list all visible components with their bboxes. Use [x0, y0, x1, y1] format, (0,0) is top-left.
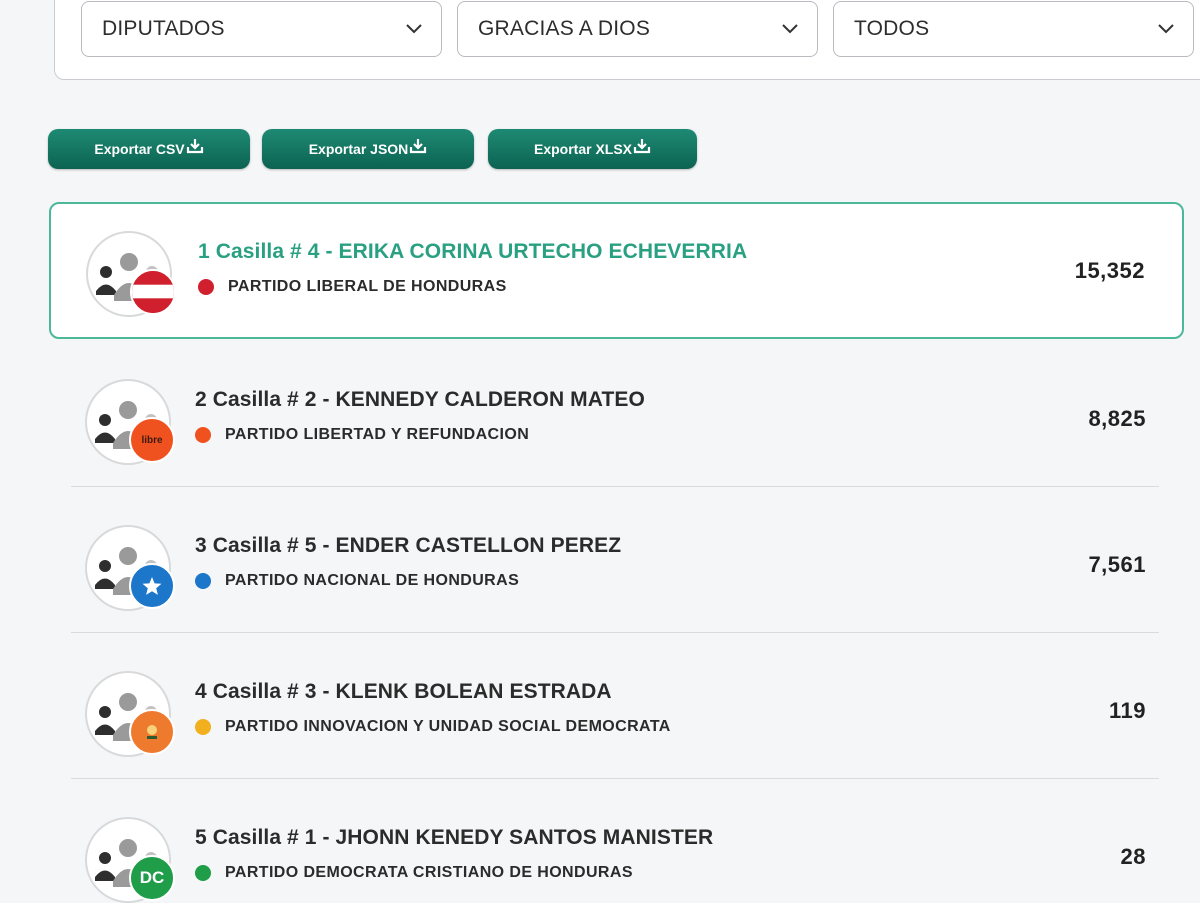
candidate-avatar: DC: [85, 817, 175, 903]
candidate-name: 2 Casilla # 2 - KENNEDY CALDERON MATEO: [195, 388, 645, 411]
libre-badge-text: libre: [141, 434, 163, 446]
party-name: PARTIDO LIBERAL DE HONDURAS: [228, 278, 507, 295]
row-divider: [71, 778, 1159, 779]
row-divider: [71, 632, 1159, 633]
liberal-flag-icon: [132, 271, 174, 313]
candidate-party: PARTIDO DEMOCRATA CRISTIANO DE HONDURAS: [195, 864, 633, 882]
export-csv-button[interactable]: Exportar CSV: [48, 129, 250, 169]
chevron-down-icon: [782, 24, 798, 34]
election-type-value: DIPUTADOS: [102, 17, 225, 40]
chevron-down-icon: [406, 24, 422, 34]
party-name: PARTIDO INNOVACION Y UNIDAD SOCIAL DEMOC…: [225, 718, 671, 735]
vote-count: 119: [1109, 698, 1146, 723]
department-value: GRACIAS A DIOS: [478, 17, 651, 40]
candidate-avatar: [85, 671, 175, 757]
candidate-party: PARTIDO NACIONAL DE HONDURAS: [195, 572, 519, 590]
star-icon: [142, 577, 162, 595]
libre-party-badge: libre: [129, 417, 175, 463]
candidate-party: PARTIDO INNOVACION Y UNIDAD SOCIAL DEMOC…: [195, 718, 671, 736]
liberal-party-badge: [130, 269, 176, 315]
export-csv-label: Exportar CSV: [94, 141, 185, 157]
party-filter-select[interactable]: TODOS: [833, 1, 1194, 57]
party-color-dot: [195, 427, 211, 443]
download-icon: [186, 139, 203, 154]
export-xlsx-button[interactable]: Exportar XLSX: [488, 129, 697, 169]
party-name: PARTIDO DEMOCRATA CRISTIANO DE HONDURAS: [225, 864, 633, 881]
candidate-name: 4 Casilla # 3 - KLENK BOLEAN ESTRADA: [195, 680, 612, 703]
pinu-party-badge: [129, 709, 175, 755]
department-select[interactable]: GRACIAS A DIOS: [457, 1, 818, 57]
candidate-name: 3 Casilla # 5 - ENDER CASTELLON PEREZ: [195, 534, 622, 557]
party-color-dot: [195, 719, 211, 735]
party-color-dot: [195, 865, 211, 881]
dc-party-badge: DC: [129, 855, 175, 901]
download-icon: [410, 139, 427, 154]
candidate-party: PARTIDO LIBERAL DE HONDURAS: [198, 278, 507, 296]
row-divider: [71, 486, 1159, 487]
vote-count: 28: [1120, 844, 1146, 869]
candidate-avatar: libre: [85, 379, 175, 465]
party-color-dot: [198, 279, 214, 295]
nacional-party-badge: [129, 563, 175, 609]
vote-count: 15,352: [1074, 258, 1145, 283]
candidate-party: PARTIDO LIBERTAD Y REFUNDACION: [195, 426, 529, 444]
candidate-name: 5 Casilla # 1 - JHONN KENEDY SANTOS MANI…: [195, 826, 714, 849]
party-filter-value: TODOS: [854, 17, 930, 40]
party-name: PARTIDO LIBERTAD Y REFUNDACION: [225, 426, 530, 443]
chevron-down-icon: [1158, 24, 1174, 34]
download-icon: [633, 139, 651, 154]
party-name: PARTIDO NACIONAL DE HONDURAS: [225, 572, 520, 589]
candidate-name: 1 Casilla # 4 - ERIKA CORINA URTECHO ECH…: [198, 240, 748, 263]
election-type-select[interactable]: DIPUTADOS: [81, 1, 442, 57]
vote-count: 8,825: [1088, 406, 1146, 431]
candidate-avatar: [86, 231, 176, 317]
party-color-dot: [195, 573, 211, 589]
pinu-emblem-icon: [147, 725, 157, 739]
export-xlsx-label: Exportar XLSX: [533, 141, 633, 157]
candidate-avatar: [85, 525, 175, 611]
vote-count: 7,561: [1088, 552, 1146, 577]
export-json-button[interactable]: Exportar JSON: [262, 129, 474, 169]
export-json-label: Exportar JSON: [308, 141, 409, 157]
dc-badge-text: DC: [139, 868, 165, 887]
